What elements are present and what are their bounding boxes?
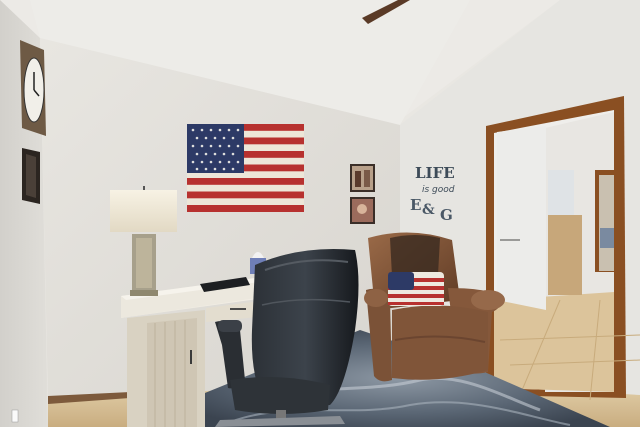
- room-illustration: LIFE is good E & G: [0, 0, 640, 427]
- decor-letter-g: G: [440, 206, 453, 224]
- decor-letter-e: E: [410, 196, 421, 214]
- sign-script: is good: [422, 185, 455, 195]
- wall-outlet: [11, 409, 19, 423]
- flag-pillow: [388, 272, 444, 306]
- sign-word: LIFE: [415, 164, 455, 182]
- decor-letter-ampersand: &: [422, 202, 435, 218]
- doorway: [486, 96, 640, 401]
- photo-frame-top: [350, 164, 375, 192]
- small-wall-frame: [22, 148, 40, 204]
- room-scene: LIFE is good E & G: [0, 0, 640, 427]
- wall-clock-icon: [20, 40, 46, 136]
- flag-icon: [187, 124, 304, 212]
- photo-frame-bottom: [350, 197, 375, 224]
